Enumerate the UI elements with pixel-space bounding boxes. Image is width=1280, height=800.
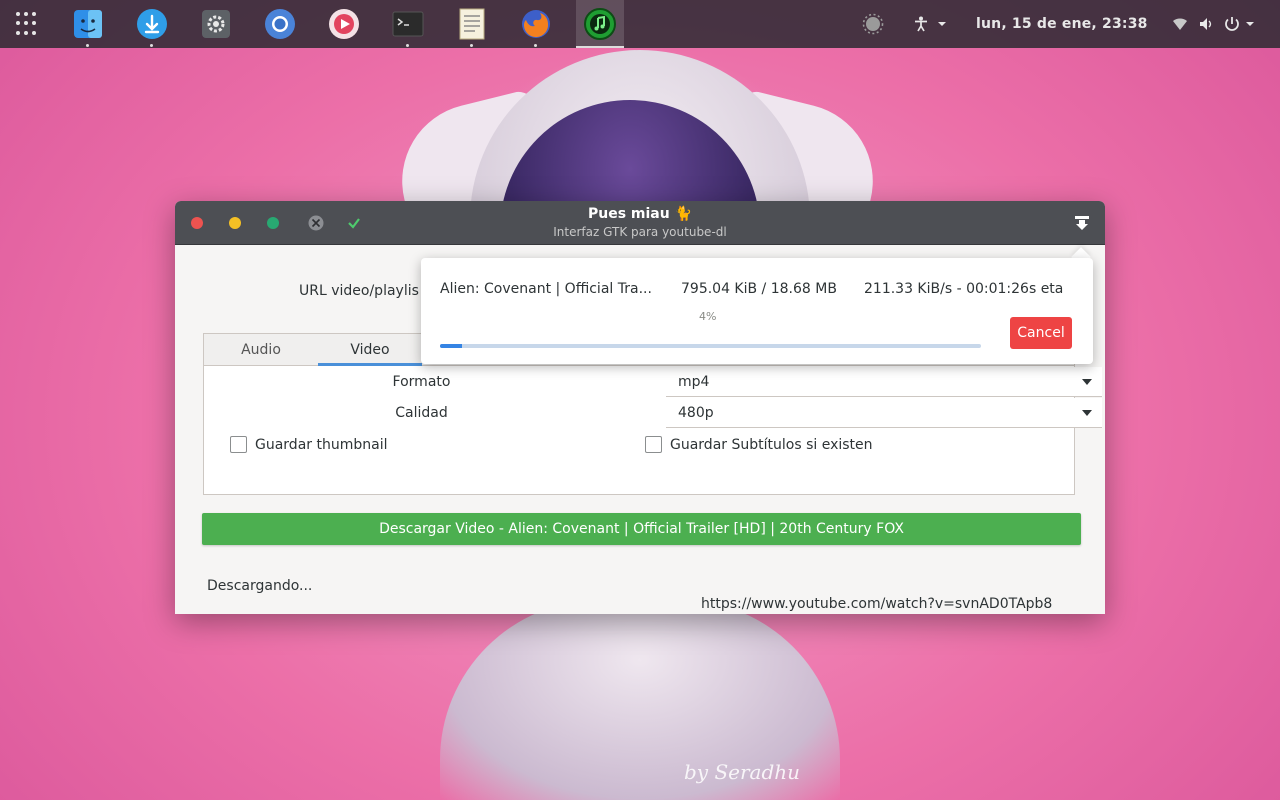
- download-size: 795.04 KiB / 18.68 MB: [681, 281, 837, 297]
- download-speed-eta: 211.33 KiB/s - 00:01:26s eta: [864, 281, 1064, 297]
- clock[interactable]: lun, 15 de ene, 23:38: [976, 0, 1148, 48]
- url-label: URL video/playlis: [299, 283, 419, 299]
- calidad-dropdown[interactable]: 480p: [666, 398, 1102, 428]
- window-title: Pues miau 🐈: [587, 206, 693, 222]
- chevron-down-icon: [1082, 410, 1092, 416]
- formato-value: mp4: [678, 374, 710, 390]
- app-grid-icon[interactable]: [16, 12, 40, 36]
- wallpaper-signature: by Seradhu: [684, 760, 801, 784]
- chromium-icon[interactable]: [262, 6, 298, 42]
- terminal-icon[interactable]: [390, 6, 426, 47]
- cancel-download-button[interactable]: Cancel: [1010, 317, 1072, 349]
- text-editor-icon[interactable]: [454, 6, 490, 47]
- video-url-text: https://www.youtube.com/watch?v=svnAD0TA…: [701, 596, 1053, 612]
- chevron-down-icon: [1082, 379, 1092, 385]
- top-panel: lun, 15 de ene, 23:38: [0, 0, 1280, 48]
- subtitles-checkbox-label: Guardar Subtítulos si existen: [670, 436, 873, 453]
- download-progress-fill: [440, 344, 462, 348]
- status-text: Descargando...: [207, 578, 313, 594]
- calidad-label: Calidad: [395, 405, 448, 421]
- calidad-value: 480p: [678, 405, 714, 421]
- firefox-icon[interactable]: [518, 6, 554, 47]
- formato-label: Formato: [392, 374, 451, 390]
- header-bar: Pues miau 🐈 Interfaz GTK para youtube-dl: [175, 201, 1105, 245]
- power-icon[interactable]: [1224, 0, 1258, 48]
- download-popover: Alien: Covenant | Official Tra... 795.04…: [421, 258, 1093, 364]
- accessibility-icon[interactable]: [914, 0, 948, 48]
- thumbnail-checkbox-label: Guardar thumbnail: [255, 436, 388, 453]
- subtitles-checkbox-row[interactable]: Guardar Subtítulos si existen: [645, 436, 873, 453]
- download-percent: 4%: [699, 310, 717, 323]
- download-video-title: Alien: Covenant | Official Tra...: [440, 281, 652, 297]
- downloader-icon[interactable]: [134, 6, 170, 47]
- weather-icon[interactable]: [862, 0, 884, 48]
- thumbnail-checkbox-row[interactable]: Guardar thumbnail: [230, 436, 387, 453]
- wifi-icon[interactable]: [1172, 0, 1188, 48]
- music-app-icon[interactable]: [582, 6, 618, 42]
- volume-icon[interactable]: [1199, 0, 1215, 48]
- downloads-icon[interactable]: [1074, 215, 1090, 235]
- settings-icon[interactable]: [198, 6, 234, 42]
- media-player-icon[interactable]: [326, 6, 362, 42]
- formato-dropdown[interactable]: mp4: [666, 367, 1102, 397]
- tab-video[interactable]: Video: [318, 334, 422, 366]
- subtitles-checkbox[interactable]: [645, 436, 662, 453]
- thumbnail-checkbox[interactable]: [230, 436, 247, 453]
- download-video-button[interactable]: Descargar Video - Alien: Covenant | Offi…: [202, 513, 1081, 545]
- window-subtitle: Interfaz GTK para youtube-dl: [553, 225, 727, 239]
- tab-audio[interactable]: Audio: [204, 334, 318, 366]
- download-progress-bar: [440, 344, 981, 348]
- finder-icon[interactable]: [70, 6, 106, 47]
